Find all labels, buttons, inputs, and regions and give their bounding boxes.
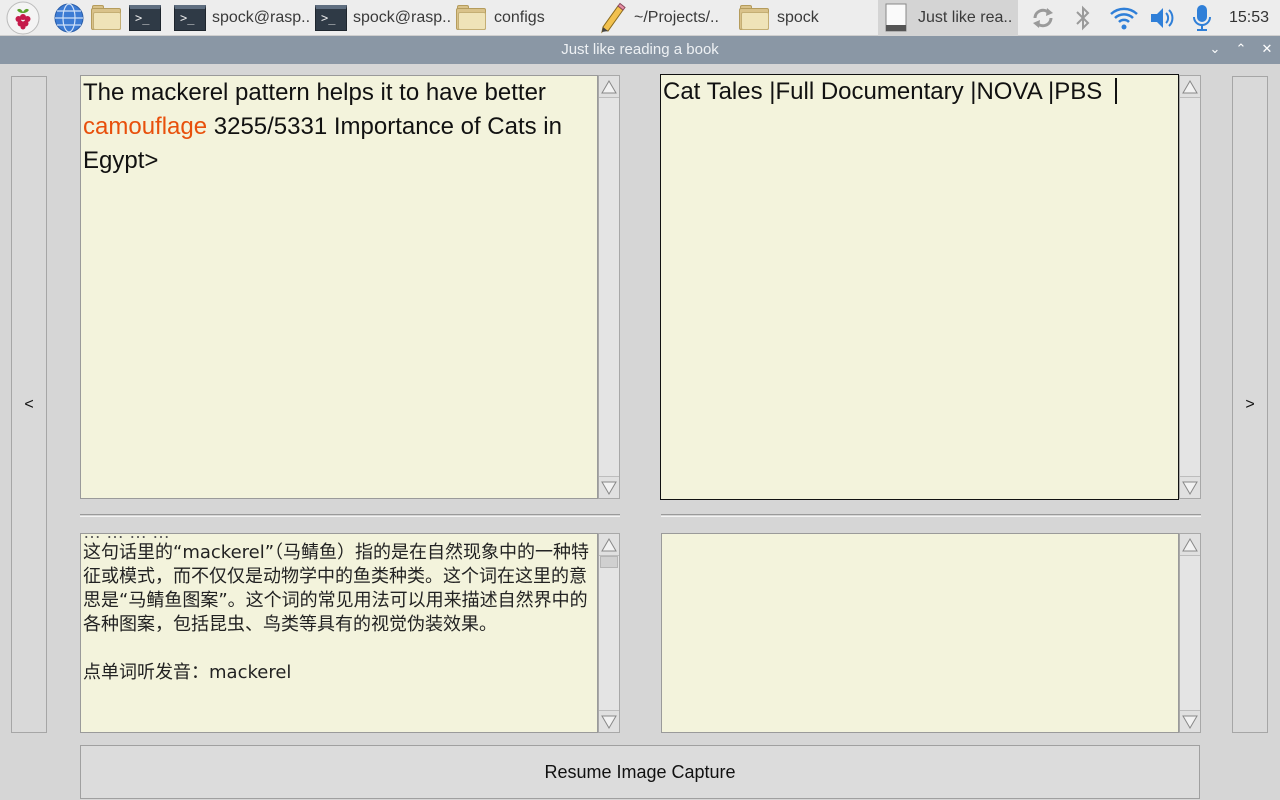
pane-separator-left[interactable] [80, 514, 620, 517]
terminal-icon[interactable]: >_ [129, 0, 161, 36]
text-before-highlight: The mackerel pattern helps it to have be… [83, 79, 546, 106]
taskbar-window-terminal-1[interactable]: >_ spock@rasp.. [174, 0, 310, 36]
minimize-button[interactable]: ⌄ [1203, 36, 1227, 64]
taskbar-window-label: spock@rasp.. [212, 9, 311, 26]
window-title: Just like reading a book [561, 41, 719, 58]
microphone-icon[interactable] [1189, 0, 1215, 36]
close-button[interactable]: ✕ [1255, 36, 1279, 64]
scroll-up-arrow-icon[interactable] [599, 76, 619, 98]
scroll-down-arrow-icon[interactable] [599, 710, 619, 732]
notes-text-area[interactable] [661, 533, 1179, 733]
title-text-area[interactable]: Cat Tales |Full Documentary |NOVA |PBS [660, 74, 1179, 500]
title-text: Cat Tales |Full Documentary |NOVA |PBS [661, 75, 1178, 109]
scroll-down-arrow-icon[interactable] [1180, 476, 1200, 498]
partially-scrolled-line: … … … … [83, 534, 170, 543]
resume-image-capture-button[interactable]: Resume Image Capture [80, 745, 1200, 799]
text-cursor [1114, 78, 1117, 104]
taskbar-window-label: Just like rea.. [918, 9, 1013, 26]
terminal-icon: >_ [315, 5, 347, 31]
next-label: > [1245, 395, 1255, 413]
volume-icon[interactable] [1148, 0, 1176, 36]
raspberry-pi-menu-icon[interactable] [6, 0, 40, 36]
taskbar-window-label: configs [494, 9, 545, 26]
maximize-button[interactable]: ⌃ [1229, 36, 1253, 64]
taskbar-window-label: spock [777, 9, 819, 26]
bluetooth-icon[interactable] [1072, 0, 1094, 36]
window-titlebar[interactable]: Just like reading a book ⌄ ⌃ ✕ [0, 36, 1280, 64]
taskbar-window-terminal-2[interactable]: >_ spock@rasp.. [315, 0, 451, 36]
title-text-scrollbar[interactable] [1179, 75, 1201, 499]
recognized-text-area[interactable]: The mackerel pattern helps it to have be… [80, 75, 598, 499]
clock[interactable]: 15:53 [1229, 0, 1269, 36]
next-page-button[interactable]: > [1232, 76, 1268, 733]
globe-browser-icon[interactable] [53, 0, 85, 36]
recognized-text-scrollbar[interactable] [598, 75, 620, 499]
sync-icon[interactable] [1029, 0, 1057, 36]
taskbar: >_ >_ spock@rasp.. >_ spock@rasp.. confi… [0, 0, 1280, 36]
pane-separator-right[interactable] [661, 514, 1201, 517]
recognized-text: The mackerel pattern helps it to have be… [81, 76, 597, 178]
pronounce-link[interactable]: 点单词听发音：mackerel [83, 661, 595, 685]
previous-label: < [24, 395, 34, 413]
pencil-editor-icon [601, 2, 626, 34]
scroll-up-arrow-icon[interactable] [1180, 76, 1200, 98]
explanation-text: 这句话里的“mackerel”（马鲭鱼）指的是在自然现象中的一种特征或模式，而不… [81, 534, 597, 685]
title-text-content: Cat Tales |Full Documentary |NOVA |PBS [663, 78, 1109, 105]
document-icon [885, 3, 907, 32]
folder-icon [739, 5, 771, 31]
terminal-icon: >_ [174, 5, 206, 31]
scrollbar-thumb[interactable] [600, 556, 618, 568]
taskbar-window-spock[interactable]: spock [739, 0, 819, 36]
explanation-paragraph: 这句话里的“mackerel”（马鲭鱼）指的是在自然现象中的一种特征或模式，而不… [83, 542, 590, 635]
taskbar-window-just-like-reading[interactable]: Just like rea.. [878, 0, 1018, 36]
notes-scrollbar[interactable] [1179, 533, 1201, 733]
clock-text: 15:53 [1229, 9, 1270, 26]
scroll-down-arrow-icon[interactable] [1180, 710, 1200, 732]
explanation-scrollbar[interactable] [598, 533, 620, 733]
taskbar-window-projects[interactable]: ~/Projects/.. [598, 0, 719, 36]
scroll-down-arrow-icon[interactable] [599, 476, 619, 498]
wifi-icon[interactable] [1108, 0, 1140, 36]
resume-button-label: Resume Image Capture [544, 761, 736, 782]
folder-icon [456, 5, 488, 31]
taskbar-window-configs[interactable]: configs [456, 0, 545, 36]
folder-icon[interactable] [91, 0, 123, 36]
scroll-up-arrow-icon[interactable] [599, 534, 619, 556]
taskbar-window-label: spock@rasp.. [353, 9, 452, 26]
taskbar-window-label: ~/Projects/.. [634, 9, 719, 26]
previous-page-button[interactable]: < [11, 76, 47, 733]
scroll-up-arrow-icon[interactable] [1180, 534, 1200, 556]
highlighted-word[interactable]: camouflage [83, 113, 207, 140]
explanation-text-area[interactable]: … … … … 这句话里的“mackerel”（马鲭鱼）指的是在自然现象中的一种… [80, 533, 598, 733]
